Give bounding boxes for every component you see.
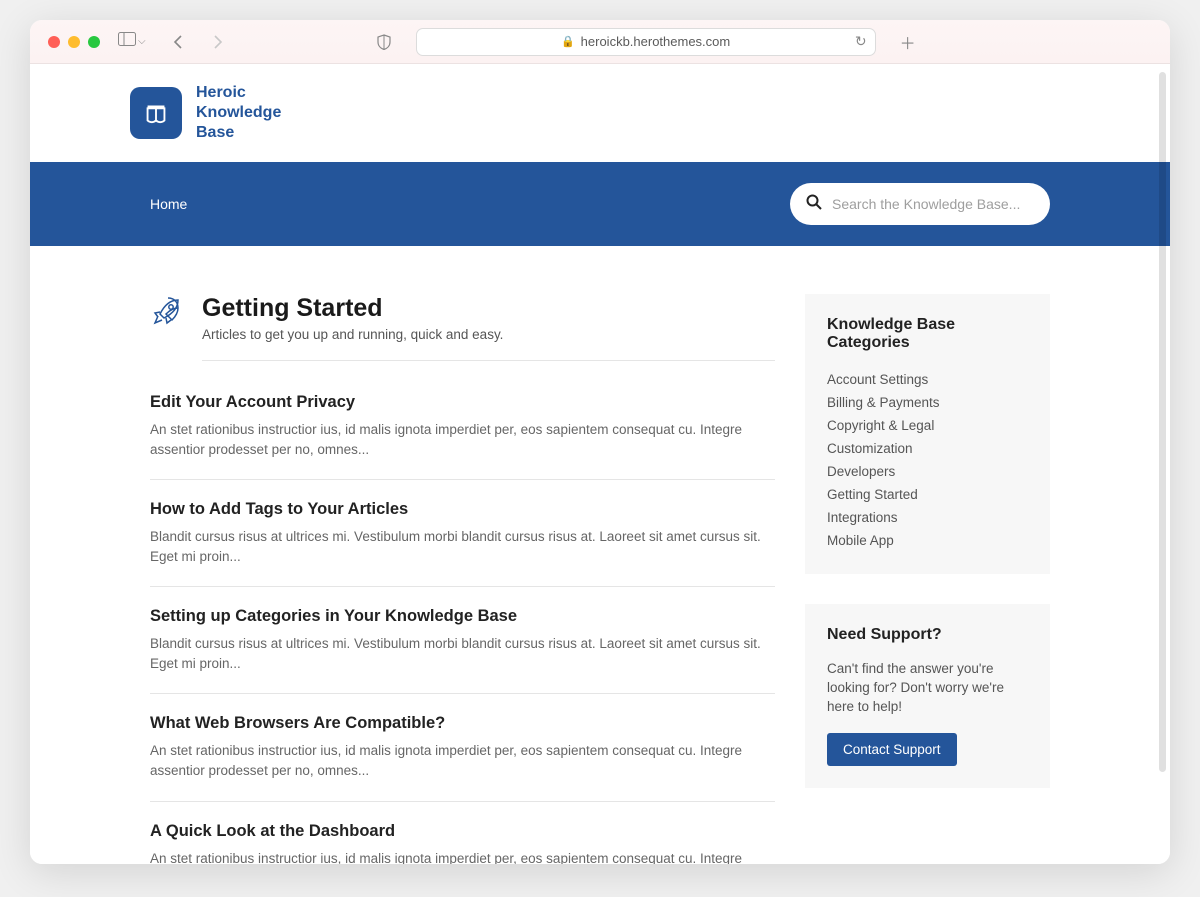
article-item[interactable]: Setting up Categories in Your Knowledge … bbox=[150, 587, 775, 694]
category-link[interactable]: Mobile App bbox=[827, 529, 1028, 552]
search-icon bbox=[806, 194, 822, 215]
article-title: Edit Your Account Privacy bbox=[150, 393, 775, 412]
url-bar[interactable]: 🔒 heroickb.herothemes.com ↻ bbox=[416, 28, 876, 56]
breadcrumb[interactable]: Home bbox=[150, 196, 187, 212]
contact-support-button[interactable]: Contact Support bbox=[827, 733, 957, 766]
page-subtitle: Articles to get you up and running, quic… bbox=[202, 327, 775, 342]
close-window-button[interactable] bbox=[48, 36, 60, 48]
privacy-shield-icon[interactable] bbox=[370, 30, 398, 54]
article-item[interactable]: What Web Browsers Are Compatible? An stet… bbox=[150, 694, 775, 801]
article-item[interactable]: How to Add Tags to Your Articles Blandit … bbox=[150, 480, 775, 587]
chevron-down-icon: ⌵ bbox=[138, 36, 146, 47]
categories-card: Knowledge Base Categories Account Settin… bbox=[805, 294, 1050, 574]
main-column: Getting Started Articles to get you up a… bbox=[150, 294, 775, 864]
article-excerpt: Blandit cursus risus at ultrices mi. Ves… bbox=[150, 634, 775, 673]
category-link[interactable]: Customization bbox=[827, 437, 1028, 460]
article-title: Setting up Categories in Your Knowledge … bbox=[150, 607, 775, 626]
browser-window: ⌵ 🔒 heroickb.herothemes.com ↻ ＋ bbox=[30, 20, 1170, 864]
logo-line-3: Base bbox=[196, 123, 281, 143]
back-button[interactable] bbox=[164, 30, 192, 54]
article-excerpt: Blandit cursus risus at ultrices mi. Ves… bbox=[150, 527, 775, 566]
category-link[interactable]: Account Settings bbox=[827, 368, 1028, 391]
search-input[interactable] bbox=[832, 196, 1034, 212]
article-excerpt: An stet rationibus instructior ius, id m… bbox=[150, 741, 775, 780]
support-text: Can't find the answer you're looking for… bbox=[827, 660, 1028, 717]
logo-text: Heroic Knowledge Base bbox=[196, 83, 281, 143]
category-link[interactable]: Copyright & Legal bbox=[827, 414, 1028, 437]
sidebar: Knowledge Base Categories Account Settin… bbox=[805, 294, 1050, 864]
new-tab-button[interactable]: ＋ bbox=[894, 30, 922, 54]
hero-bar: Home bbox=[30, 162, 1170, 246]
category-link[interactable]: Developers bbox=[827, 460, 1028, 483]
category-link[interactable]: Billing & Payments bbox=[827, 391, 1028, 414]
content-area: Getting Started Articles to get you up a… bbox=[30, 246, 1170, 864]
scrollbar[interactable] bbox=[1159, 72, 1166, 772]
article-title: A Quick Look at the Dashboard bbox=[150, 822, 775, 841]
sidebar-icon bbox=[118, 32, 136, 51]
maximize-window-button[interactable] bbox=[88, 36, 100, 48]
article-title: What Web Browsers Are Compatible? bbox=[150, 714, 775, 733]
page-viewport: Heroic Knowledge Base Home bbox=[30, 64, 1170, 864]
browser-toolbar: ⌵ 🔒 heroickb.herothemes.com ↻ ＋ bbox=[30, 20, 1170, 64]
rocket-icon bbox=[150, 294, 184, 333]
refresh-button[interactable]: ↻ bbox=[855, 33, 867, 50]
traffic-lights bbox=[48, 36, 100, 48]
lock-icon: 🔒 bbox=[561, 35, 575, 48]
support-title: Need Support? bbox=[827, 626, 1028, 644]
site-logo[interactable]: Heroic Knowledge Base bbox=[130, 83, 281, 143]
article-item[interactable]: Edit Your Account Privacy An stet rationi… bbox=[150, 373, 775, 480]
forward-button[interactable] bbox=[204, 30, 232, 54]
category-link[interactable]: Integrations bbox=[827, 506, 1028, 529]
support-card: Need Support? Can't find the answer you'… bbox=[805, 604, 1050, 788]
minimize-window-button[interactable] bbox=[68, 36, 80, 48]
categories-title: Knowledge Base Categories bbox=[827, 316, 1028, 352]
article-title: How to Add Tags to Your Articles bbox=[150, 500, 775, 519]
logo-line-1: Heroic bbox=[196, 83, 281, 103]
logo-line-2: Knowledge bbox=[196, 103, 281, 123]
category-link[interactable]: Getting Started bbox=[827, 483, 1028, 506]
article-item[interactable]: A Quick Look at the Dashboard An stet rat… bbox=[150, 802, 775, 865]
sidebar-toggle-group[interactable]: ⌵ bbox=[118, 32, 146, 51]
site-header: Heroic Knowledge Base bbox=[30, 64, 1170, 162]
article-excerpt: An stet rationibus instructior ius, id m… bbox=[150, 420, 775, 459]
logo-icon bbox=[130, 87, 182, 139]
page-heading: Getting Started Articles to get you up a… bbox=[150, 294, 775, 361]
search-box[interactable] bbox=[790, 183, 1050, 225]
url-text: heroickb.herothemes.com bbox=[581, 34, 731, 49]
page-title: Getting Started bbox=[202, 294, 775, 323]
article-excerpt: An stet rationibus instructior ius, id m… bbox=[150, 849, 775, 865]
